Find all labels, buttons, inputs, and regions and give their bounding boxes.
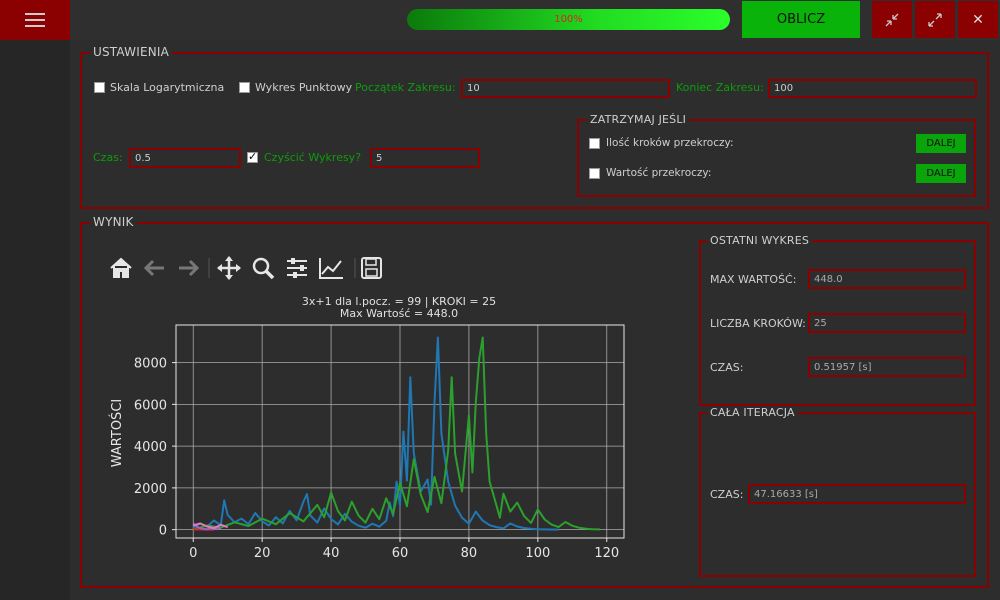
maximize-button[interactable] <box>915 1 955 38</box>
value-exceed-label: Wartość przekroczy: <box>606 167 712 179</box>
steps-continue-button[interactable]: DALEJ <box>916 134 966 153</box>
series-line-1 <box>192 336 559 531</box>
range-end-label: Koniec Zakresu: <box>676 81 764 94</box>
edit-curve-icon[interactable] <box>319 258 343 279</box>
x-tick-label: 80 <box>461 546 478 561</box>
chart-series <box>192 336 600 531</box>
y-tick-label: 4000 <box>134 440 167 455</box>
line-chart: 3x+1 dla l.pocz. = 99 | KROKI = 25 Max W… <box>109 295 625 561</box>
plot-toolbar <box>108 255 388 281</box>
point-plot-checkbox[interactable] <box>239 82 250 93</box>
maximize-icon <box>928 12 942 27</box>
zoom-icon[interactable] <box>252 257 275 280</box>
y-axis-label: WARTOŚCI <box>109 399 125 467</box>
max-value-field: 448.0 <box>808 269 966 289</box>
whole-iteration-title: CAŁA ITERACJA <box>707 406 798 419</box>
last-time-field: 0.51957 [s] <box>808 357 966 377</box>
x-tick-label: 20 <box>254 546 271 561</box>
save-icon[interactable] <box>361 257 382 279</box>
home-icon[interactable] <box>110 257 132 278</box>
stop-if-group: ZATRZYMAJ JEŚLI <box>577 113 976 197</box>
total-time-label: CZAS: <box>710 488 744 501</box>
configure-icon[interactable] <box>287 258 307 278</box>
max-value-label: MAX WARTOŚĆ: <box>710 273 797 286</box>
close-icon: ✕ <box>972 11 984 28</box>
progress-text: 100% <box>554 14 583 25</box>
series-line-2 <box>192 336 600 531</box>
value-continue-button[interactable]: DALEJ <box>916 164 966 183</box>
minimize-button[interactable] <box>872 1 912 38</box>
calculate-button[interactable]: OBLICZ <box>742 1 860 38</box>
chart-subtitle: Max Wartość = 448.0 <box>340 307 458 320</box>
pan-icon[interactable] <box>217 256 241 280</box>
steps-exceed-checkbox[interactable] <box>589 138 600 149</box>
x-tick-label: 60 <box>392 546 409 561</box>
range-end-input[interactable]: 100 <box>768 79 977 98</box>
x-tick-label: 40 <box>323 546 340 561</box>
x-tick-label: 100 <box>525 546 550 561</box>
log-scale-checkbox[interactable] <box>94 82 105 93</box>
log-scale-label: Skala Logarytmiczna <box>110 81 225 94</box>
back-arrow-icon[interactable] <box>143 259 164 277</box>
range-start-label: Początek Zakresu: <box>355 81 456 94</box>
progress-bar: 100% <box>407 9 730 30</box>
y-tick-label: 8000 <box>134 357 167 372</box>
range-start-input[interactable]: 10 <box>461 79 670 98</box>
y-tick-label: 2000 <box>134 482 167 497</box>
steps-count-label: LICZBA KROKÓW: <box>710 317 806 330</box>
point-plot-label: Wykres Punktowy <box>255 81 353 94</box>
stop-if-title: ZATRZYMAJ JEŚLI <box>587 113 690 126</box>
forward-arrow-icon[interactable] <box>179 259 200 277</box>
steps-count-field: 25 <box>808 313 966 333</box>
last-plot-title: OSTATNI WYKRES <box>707 234 813 247</box>
settings-title: USTAWIENIA <box>90 45 173 59</box>
time-input[interactable]: 0.5 <box>129 148 241 168</box>
hamburger-icon <box>25 13 45 27</box>
last-time-label: CZAS: <box>710 361 744 374</box>
clear-plots-label: Czyścić Wykresy? <box>264 151 362 164</box>
y-tick-label: 6000 <box>134 398 167 413</box>
steps-exceed-label: Ilość kroków przekroczy: <box>606 137 734 149</box>
clear-plots-input[interactable]: 5 <box>370 148 480 168</box>
x-tick-label: 0 <box>189 546 197 561</box>
total-time-field: 47.16633 [s] <box>748 484 966 504</box>
time-label: Czas: <box>93 151 123 164</box>
x-tick-label: 120 <box>594 546 619 561</box>
result-title: WYNIK <box>90 215 137 229</box>
menu-button[interactable] <box>0 0 70 40</box>
value-exceed-checkbox[interactable] <box>589 168 600 179</box>
clear-plots-checkbox[interactable] <box>247 150 258 163</box>
minimize-icon <box>885 13 899 26</box>
y-tick-label: 0 <box>159 524 167 539</box>
close-button[interactable]: ✕ <box>958 1 998 38</box>
sidebar <box>0 40 70 600</box>
